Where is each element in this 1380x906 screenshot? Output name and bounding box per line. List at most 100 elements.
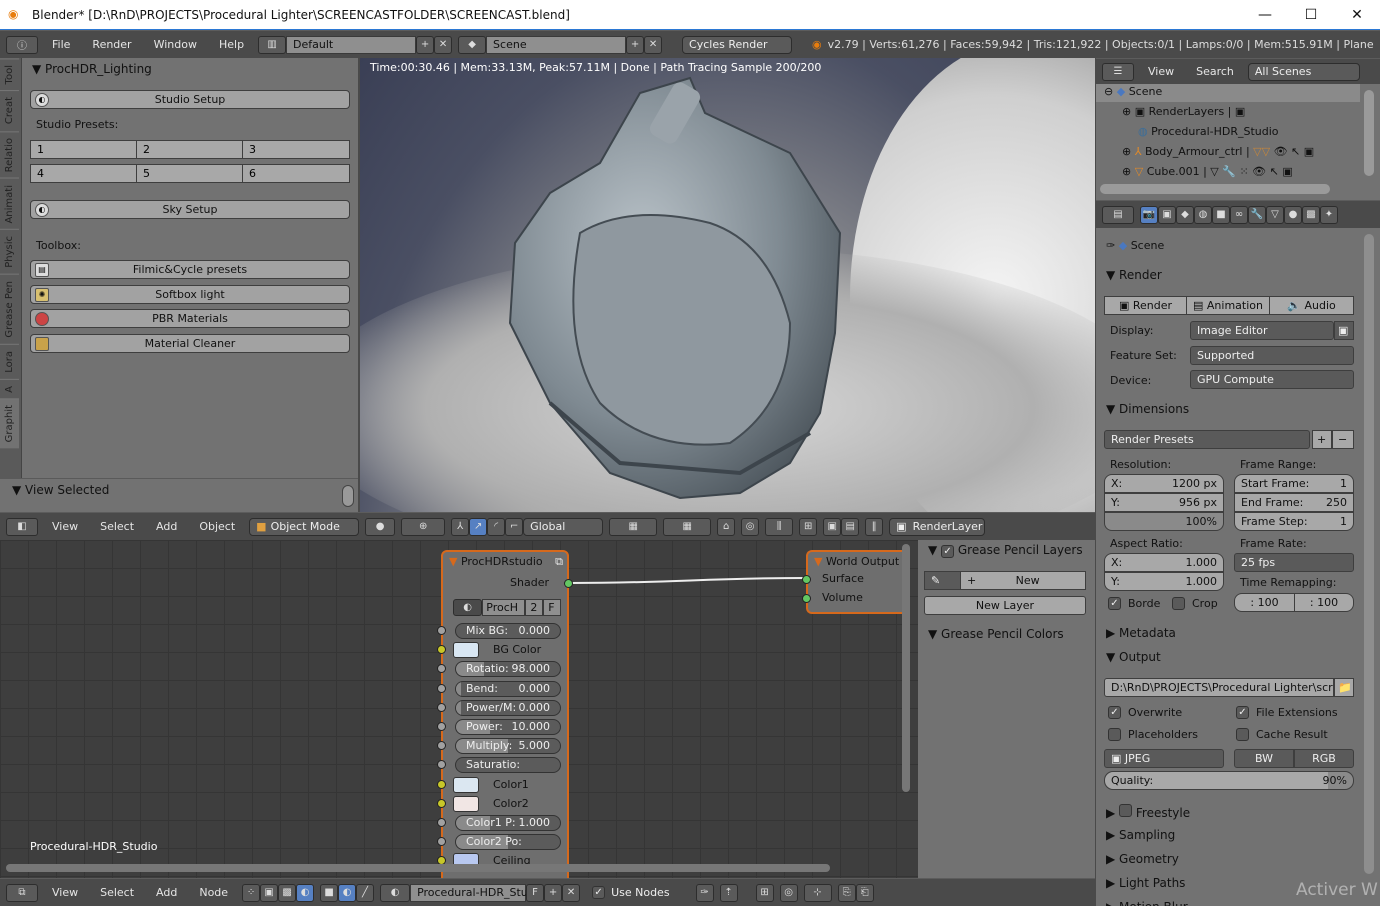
preset-6-button[interactable]: 6 bbox=[242, 164, 350, 183]
cache-result-checkbox[interactable] bbox=[1236, 728, 1249, 741]
node-editor-canvas[interactable]: Procedural-HDR_Studio ▼ ProcHDRstudio ⧉ … bbox=[0, 540, 918, 878]
menu-help[interactable]: Help bbox=[211, 38, 252, 51]
snap-target-icon[interactable]: ⊞ bbox=[799, 517, 818, 536]
placeholders-checkbox[interactable] bbox=[1108, 728, 1121, 741]
feature-set-dropdown[interactable]: Supported bbox=[1190, 346, 1354, 365]
input-socket[interactable] bbox=[437, 645, 446, 655]
shader-nodes-icon[interactable]: ⁘ bbox=[242, 883, 261, 902]
copy-nodes-icon[interactable]: ⎘ bbox=[837, 883, 856, 902]
node-value-slider[interactable]: Power: 10.000 bbox=[455, 719, 561, 735]
paste-nodes-icon[interactable]: ⎗ bbox=[855, 883, 874, 902]
node-value-slider[interactable]: Color2 Po: 1.600 bbox=[455, 834, 561, 851]
color-swatch[interactable] bbox=[453, 795, 479, 812]
display-dropdown[interactable]: Image Editor bbox=[1190, 321, 1334, 340]
input-socket[interactable] bbox=[437, 741, 446, 751]
panel-title-prochdr[interactable]: ▼ ProcHDR_Lighting bbox=[32, 62, 152, 76]
border-checkbox[interactable]: ✓ bbox=[1108, 597, 1121, 610]
view-selected-header[interactable]: ▼ View Selected bbox=[12, 483, 109, 497]
gp-pencil-icon[interactable]: ✎ bbox=[924, 571, 962, 590]
aspect-y-field[interactable]: Y: 1.000 bbox=[1104, 572, 1224, 591]
modifiers-tab-icon[interactable]: 🔧 bbox=[1248, 205, 1266, 224]
metadata-section-header[interactable]: ▶ Metadata bbox=[1106, 626, 1176, 640]
section-header-freestyle[interactable]: ▶ Freestyle bbox=[1106, 804, 1190, 820]
frame-step-field[interactable]: Frame Step: 1 bbox=[1234, 512, 1354, 531]
quality-slider[interactable]: Quality: 90% bbox=[1104, 771, 1354, 790]
translate-icon[interactable]: ↗ bbox=[469, 517, 488, 536]
layout-icon[interactable]: ▥ bbox=[258, 35, 287, 54]
render-engine-dropdown[interactable]: Cycles Render bbox=[682, 35, 793, 54]
start-frame-field[interactable]: Start Frame: 1 bbox=[1234, 474, 1354, 493]
pin-icon[interactable]: ✑ bbox=[1106, 239, 1115, 252]
maximize-button[interactable]: ☐ bbox=[1288, 0, 1334, 30]
3d-view-editor-icon[interactable]: ◧ bbox=[6, 517, 38, 536]
layout-selector[interactable]: Default bbox=[286, 35, 417, 54]
frame-rate-dropdown[interactable]: 25 fps bbox=[1234, 553, 1354, 572]
gp-layers-header[interactable]: ▼ ✓ Grease Pencil Layers bbox=[928, 543, 1083, 558]
visibility-eye-icon[interactable]: 👁 bbox=[1274, 145, 1288, 158]
texture-tab-icon[interactable]: ▩ bbox=[1302, 205, 1320, 224]
menu-add[interactable]: Add bbox=[148, 520, 185, 533]
layers-grid-2[interactable]: ▦ bbox=[663, 517, 712, 536]
input-socket[interactable] bbox=[437, 837, 446, 847]
menu-window[interactable]: Window bbox=[146, 38, 205, 51]
node-value-slider[interactable]: Multiply: 5.000 bbox=[455, 738, 561, 755]
node-tree-icon[interactable]: ◐ bbox=[453, 599, 483, 616]
world-browse-icon[interactable]: ◐ bbox=[380, 883, 411, 902]
outliner-hscrollbar[interactable] bbox=[1100, 184, 1330, 194]
pbr-materials-button[interactable]: PBR Materials bbox=[30, 309, 350, 328]
studio-setup-button[interactable]: ◐ Studio Setup bbox=[30, 90, 350, 109]
crop-checkbox[interactable] bbox=[1172, 597, 1185, 610]
add-preset-icon[interactable]: + bbox=[1312, 430, 1332, 449]
gp-layers-checkbox[interactable]: ✓ bbox=[941, 545, 955, 558]
tab-create[interactable]: Creat bbox=[0, 90, 19, 131]
aspect-x-field[interactable]: X: 1.000 bbox=[1104, 553, 1224, 572]
viewport-shading-icon[interactable]: ● bbox=[365, 517, 396, 536]
node-value-slider[interactable]: Mix BG: 0.000 bbox=[455, 623, 561, 639]
output-path-field[interactable]: D:\RnD\PROJECTS\Procedural Lighter\scree… bbox=[1104, 678, 1334, 697]
material-cleaner-button[interactable]: Material Cleaner bbox=[30, 334, 350, 353]
opengl-render-icon[interactable]: ▣ bbox=[823, 517, 842, 536]
render-layer-button[interactable]: ▣ RenderLayer bbox=[889, 517, 986, 536]
transform-orientation-dropdown[interactable]: Global bbox=[523, 517, 604, 536]
snap-icon[interactable]: ⫼ bbox=[765, 517, 794, 536]
tab-a[interactable]: A bbox=[0, 378, 19, 399]
particles-tab-icon[interactable]: ✦ bbox=[1320, 205, 1338, 224]
snap-icon[interactable]: ◎ bbox=[779, 883, 798, 902]
pin-icon[interactable]: ✑ bbox=[695, 883, 714, 902]
sky-setup-button[interactable]: ◐ Sky Setup bbox=[30, 200, 350, 219]
node-editor-icon[interactable]: ⧉ bbox=[6, 883, 38, 902]
menu-object[interactable]: Object bbox=[191, 520, 243, 533]
tab-lora[interactable]: Lora bbox=[0, 343, 19, 379]
input-socket[interactable] bbox=[437, 818, 446, 827]
add-scene-icon[interactable]: + bbox=[626, 35, 645, 54]
remove-scene-icon[interactable]: ✕ bbox=[644, 35, 663, 54]
node-value-slider[interactable]: Rotatio: 98.000 bbox=[455, 661, 561, 678]
opengl-anim-icon[interactable]: ▤ bbox=[841, 517, 860, 536]
menu-render[interactable]: Render bbox=[84, 38, 139, 51]
scale-icon[interactable]: ⌐ bbox=[505, 517, 524, 536]
constraints-tab-icon[interactable]: ∞ bbox=[1230, 205, 1248, 224]
node-value-slider[interactable]: Power/M: 0.000 bbox=[455, 699, 561, 716]
softbox-light-button[interactable]: ✺ Softbox light bbox=[30, 285, 350, 304]
outliner-filter-dropdown[interactable]: All Scenes bbox=[1247, 62, 1360, 81]
scene-icon[interactable]: ◆ bbox=[458, 35, 487, 54]
node-value-slider[interactable]: Saturatio: 1.000 bbox=[455, 757, 561, 774]
file-extensions-checkbox[interactable]: ✓ bbox=[1236, 706, 1249, 719]
section-header-sampling[interactable]: ▶ Sampling bbox=[1106, 828, 1175, 842]
outliner-editor-icon[interactable]: ☰ bbox=[1102, 62, 1134, 81]
animation-button[interactable]: ▤ Animation bbox=[1186, 296, 1270, 315]
close-button[interactable]: ✕ bbox=[1334, 0, 1380, 30]
new-gp-button[interactable]: + New bbox=[960, 571, 1086, 590]
outliner-item-world[interactable]: ◍ Procedural-HDR_Studio bbox=[1096, 122, 1360, 142]
group-icon[interactable]: ⧉ bbox=[555, 555, 563, 569]
menu-view[interactable]: View bbox=[44, 520, 86, 533]
add-layout-icon[interactable]: + bbox=[416, 35, 435, 54]
lock-camera-icon[interactable]: ⌂ bbox=[717, 517, 736, 536]
node-value-slider[interactable]: Color1 P: 1.000 bbox=[455, 815, 561, 831]
surface-input-socket[interactable] bbox=[802, 575, 811, 584]
color-swatch[interactable] bbox=[453, 776, 479, 793]
pivot-point-icon[interactable]: ⊕ bbox=[401, 517, 446, 536]
gp-colors-header[interactable]: ▼ Grease Pencil Colors bbox=[928, 627, 1064, 641]
collapse-arrow-icon[interactable]: ▼ bbox=[814, 555, 822, 568]
texture-nodes-icon[interactable]: ▩ bbox=[278, 883, 297, 902]
